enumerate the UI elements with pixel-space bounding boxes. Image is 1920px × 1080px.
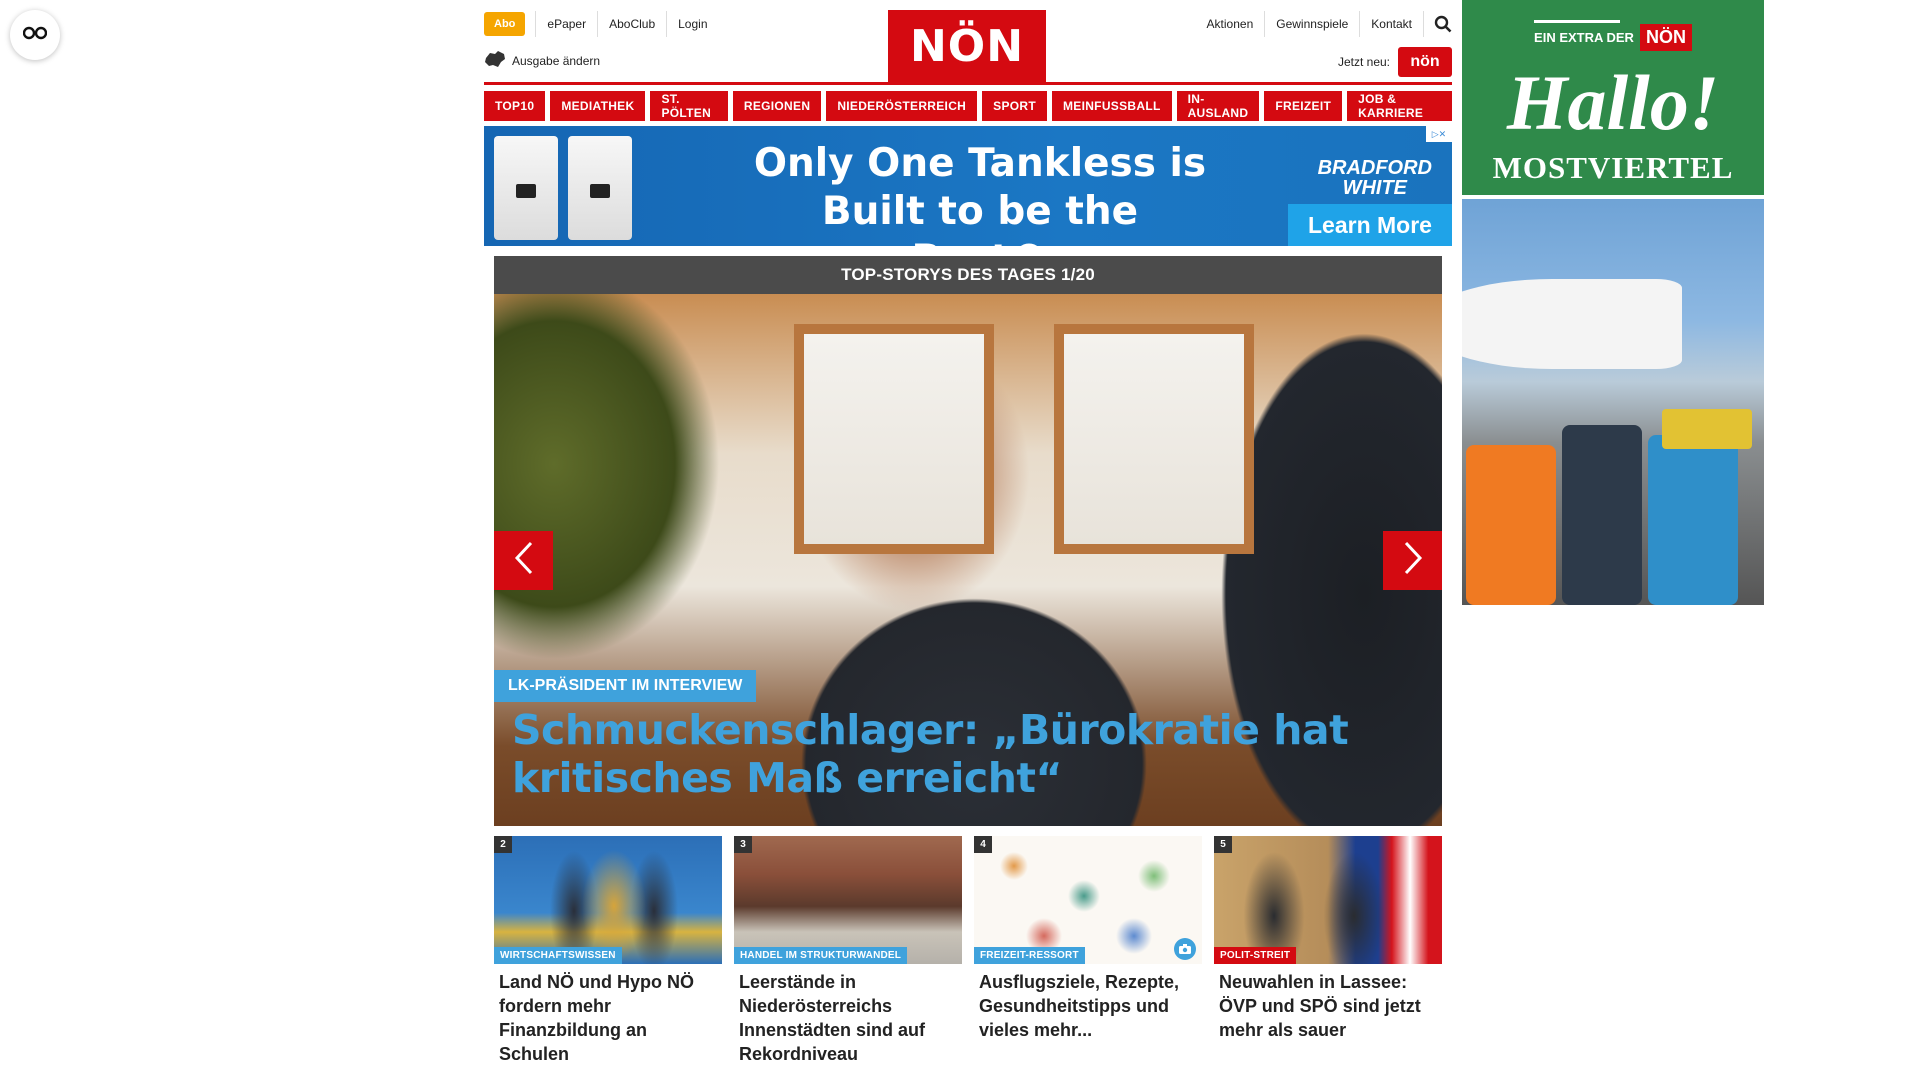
side-ad-image [1462, 199, 1764, 605]
nav-item-niederoesterreich[interactable]: NIEDERÖSTERREICH [826, 91, 978, 121]
story-tag: FREIZEIT-RESSORT [974, 947, 1085, 964]
side-ad[interactable]: EIN EXTRA DER NÖN Hallo! MOSTVIERTEL [1462, 0, 1764, 606]
story-title[interactable]: Neuwahlen in Lassee: ÖVP und SPÖ sind je… [1214, 964, 1442, 1042]
ad-headline-line-2: Built to be the Best® [821, 189, 1139, 246]
story-card-image: 3 HANDEL IM STRUKTURWANDEL [734, 836, 962, 964]
jetzt-neu-label: Jetzt neu: [1337, 55, 1390, 69]
aktionen-link[interactable]: Aktionen [1196, 11, 1266, 37]
epaper-link[interactable]: ePaper [535, 11, 597, 37]
ad-headline: Only One Tankless is Built to be the Bes… [750, 140, 1210, 246]
top-stories: TOP-STORYS DES TAGES 1/20 LK-PRÄSIDENT I… [494, 256, 1442, 1066]
chevron-right-icon [1402, 541, 1424, 580]
side-ad-hallo: Hallo! [1506, 59, 1720, 146]
reader-mode-button[interactable] [10, 10, 60, 60]
story-tag: WIRTSCHAFTSWISSEN [494, 947, 622, 964]
story-rank: 4 [974, 836, 992, 853]
suitcase-shape [1562, 425, 1642, 605]
suitcase-shape [1648, 435, 1738, 605]
hero-prev-button[interactable] [494, 531, 553, 590]
header-left-links: Abo ePaper AboClub Login [484, 11, 719, 37]
header-right-links: Aktionen Gewinnspiele Kontakt [1196, 11, 1452, 37]
main-navigation: TOP10 MEDIATHEK ST. PÖLTEN REGIONEN NIED… [484, 91, 1452, 121]
aboclub-link[interactable]: AboClub [597, 11, 666, 37]
site-header: Abo ePaper AboClub Login Ausgabe ändern … [484, 0, 1452, 82]
story-title[interactable]: Land NÖ und Hypo NÖ fordern mehr Finanzb… [494, 964, 722, 1066]
side-ad-extra-label: EIN EXTRA DER [1534, 30, 1634, 45]
hero-image-window [794, 324, 994, 554]
story-card-image: 5 POLIT-STREIT [1214, 836, 1442, 964]
story-card-image: 4 FREIZEIT-RESSORT [974, 836, 1202, 964]
top-stories-header: TOP-STORYS DES TAGES 1/20 [494, 256, 1442, 294]
story-rank: 3 [734, 836, 752, 853]
camera-icon [1174, 938, 1196, 960]
story-tag: POLIT-STREIT [1214, 947, 1297, 964]
side-ad-noen-logo: NÖN [1639, 24, 1692, 51]
ad-headline-line-1: Only One Tankless is [753, 141, 1207, 186]
ad-product-image [494, 136, 558, 240]
story-tag: HANDEL IM STRUKTURWANDEL [734, 947, 908, 964]
ausgabe-label: Ausgabe ändern [512, 53, 601, 68]
ad-banner[interactable]: Only One Tankless is Built to be the Bes… [484, 126, 1452, 246]
nav-item-meinfussball[interactable]: MEINFUSSBALL [1051, 91, 1172, 121]
nav-item-top10[interactable]: TOP10 [484, 91, 546, 121]
chevron-left-icon [513, 541, 535, 580]
jetzt-neu-badge: nön [1398, 47, 1452, 77]
map-icon [484, 50, 512, 71]
story-rank: 2 [494, 836, 512, 853]
side-ad-header: EIN EXTRA DER NÖN Hallo! MOSTVIERTEL [1462, 0, 1764, 195]
gewinnspiele-link[interactable]: Gewinnspiele [1265, 11, 1361, 37]
story-cards: 2 WIRTSCHAFTSWISSEN Land NÖ und Hypo NÖ … [494, 836, 1442, 1066]
kontakt-link[interactable]: Kontakt [1360, 11, 1424, 37]
airplane-shape [1462, 279, 1682, 369]
nav-item-regionen[interactable]: REGIONEN [732, 91, 822, 121]
search-icon[interactable] [1424, 15, 1452, 33]
side-ad-extra: EIN EXTRA DER NÖN [1462, 24, 1764, 51]
ad-brand-logo: BRADFORD WHITE [1318, 158, 1432, 198]
ad-learn-more-button[interactable]: Learn More [1288, 204, 1452, 246]
story-card[interactable]: 5 POLIT-STREIT Neuwahlen in Lassee: ÖVP … [1214, 836, 1442, 1066]
story-card[interactable]: 2 WIRTSCHAFTSWISSEN Land NÖ und Hypo NÖ … [494, 836, 722, 1066]
adchoices-icon[interactable]: ▷✕ [1426, 126, 1452, 142]
side-ad-region: MOSTVIERTEL [1492, 150, 1734, 185]
story-rank: 5 [1214, 836, 1232, 853]
header-divider [484, 82, 1452, 85]
ad-brand-line-2: WHITE [1342, 177, 1407, 199]
story-card[interactable]: 4 FREIZEIT-RESSORT Ausflugsziele, Rezept… [974, 836, 1202, 1066]
nav-item-freizeit[interactable]: FREIZEIT [1264, 91, 1343, 121]
noen-logo[interactable]: NÖN [888, 10, 1046, 82]
hero-title[interactable]: Schmuckenschlager: „Bürokratie hat kriti… [512, 706, 1372, 802]
ad-product-image [568, 136, 632, 240]
vehicle-shape [1662, 409, 1752, 449]
hero-kicker: LK-PRÄSIDENT IM INTERVIEW [494, 670, 757, 702]
ausgabe-aendern-link[interactable]: Ausgabe ändern [484, 50, 600, 71]
main-column: Abo ePaper AboClub Login Ausgabe ändern … [484, 0, 1452, 1064]
nav-item-job-karriere[interactable]: JOB & KARRIERE [1347, 91, 1452, 121]
suitcase-shape [1466, 445, 1556, 605]
nav-item-st-poelten[interactable]: ST. PÖLTEN [650, 91, 728, 121]
logo-text: NÖN [909, 20, 1025, 72]
story-title[interactable]: Leerstände in Niederösterreichs Innenstä… [734, 964, 962, 1066]
story-card-image: 2 WIRTSCHAFTSWISSEN [494, 836, 722, 964]
hero-next-button[interactable] [1383, 531, 1442, 590]
story-title[interactable]: Ausflugsziele, Rezepte, Gesundheitstipps… [974, 964, 1202, 1042]
hero-image-window [1054, 324, 1254, 554]
nav-item-mediathek[interactable]: MEDIATHEK [550, 91, 646, 121]
glasses-icon [22, 26, 48, 45]
nav-item-in-ausland[interactable]: IN-AUSLAND [1176, 91, 1260, 121]
abo-button[interactable]: Abo [484, 12, 526, 36]
ad-brand-line-1: BRADFORD [1317, 157, 1432, 179]
nav-item-sport[interactable]: SPORT [982, 91, 1047, 121]
side-ad-bar [1534, 20, 1620, 23]
jetzt-neu[interactable]: Jetzt neu: nön [1338, 47, 1452, 77]
hero-story[interactable]: LK-PRÄSIDENT IM INTERVIEW Schmuckenschla… [494, 294, 1442, 826]
login-link[interactable]: Login [666, 11, 718, 37]
story-card[interactable]: 3 HANDEL IM STRUKTURWANDEL Leerstände in… [734, 836, 962, 1066]
